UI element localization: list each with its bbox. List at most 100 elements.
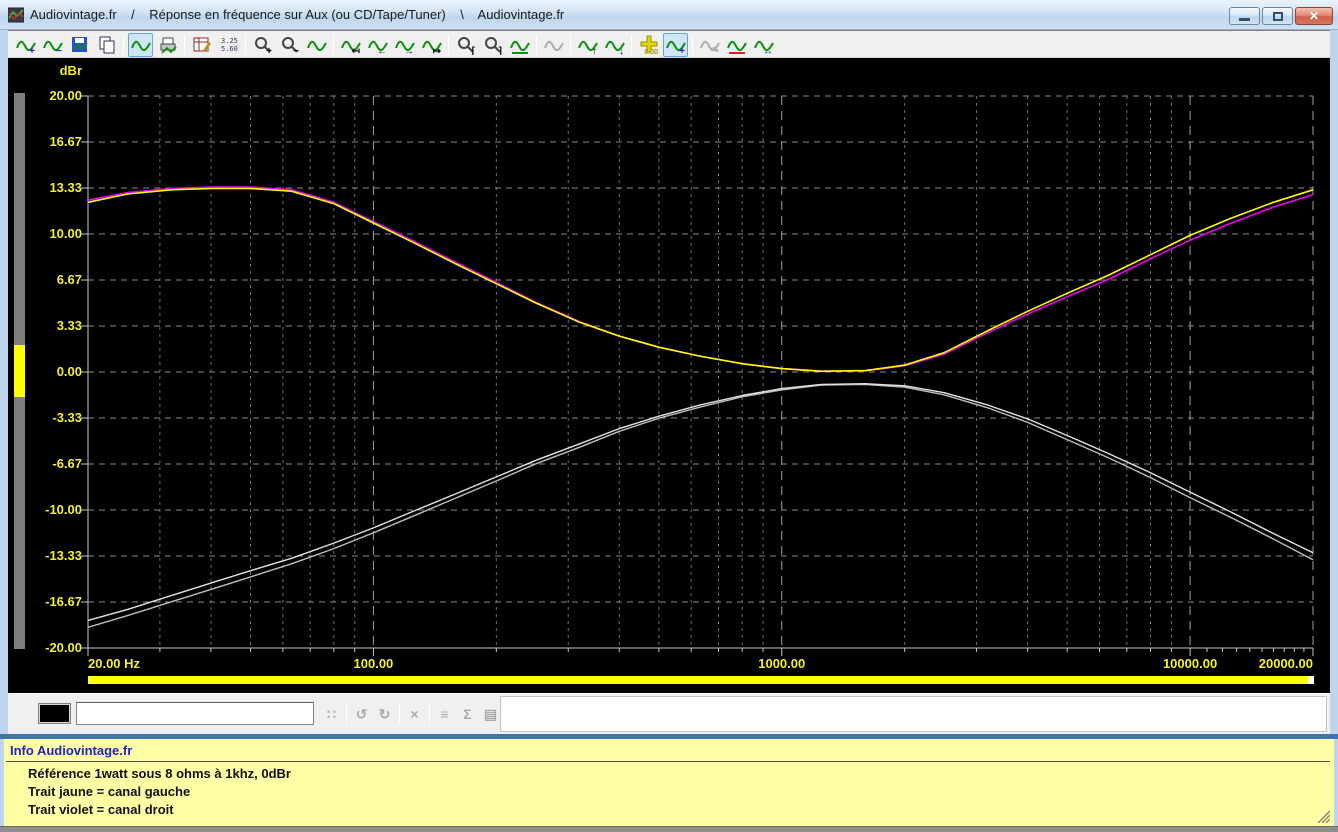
minimize-button[interactable] [1229, 7, 1260, 25]
annotation-input[interactable] [76, 702, 314, 725]
horizontal-scrollbar-cap[interactable] [1308, 676, 1314, 684]
info-line-3: Trait violet = canal droit [28, 802, 174, 817]
close-button[interactable]: ✕ [1295, 7, 1333, 25]
svg-text:3.25: 3.25 [221, 37, 238, 45]
y-tick-label: -10.00 [8, 502, 82, 517]
maximize-button[interactable] [1262, 7, 1293, 25]
scroll-left-icon: ← [368, 35, 388, 55]
window-title: Audiovintage.fr / Réponse en fréquence s… [30, 7, 564, 22]
curve-cut-trace-b [88, 384, 1313, 627]
marker-list-button[interactable]: ≡ [433, 703, 456, 725]
trace-color-swatch[interactable] [38, 703, 71, 724]
restore-full-curve-button[interactable] [304, 33, 329, 57]
shift-frequency-icon: ↔ [754, 35, 774, 55]
add-curve-icon: + [16, 35, 36, 55]
zoom-x-in-icon: + [253, 35, 273, 55]
toolbar-separator [245, 35, 246, 55]
copy-curve-icon [97, 35, 117, 55]
zoom-y-out-button[interactable]: ] [480, 33, 505, 57]
toolbar-separator [346, 704, 347, 724]
toolbar-separator [448, 35, 449, 55]
y-tick-label: -3.33 [8, 410, 82, 425]
cursor-readout-button[interactable]: + [663, 33, 688, 57]
scroll-left-end-button[interactable]: ↤ [338, 33, 363, 57]
limit-lines-button[interactable] [724, 33, 749, 57]
app-window: Audiovintage.fr / Réponse en fréquence s… [0, 0, 1338, 832]
toolbar-separator [536, 35, 537, 55]
scroll-left-button[interactable]: ← [365, 33, 390, 57]
info-panel-title: Info Audiovintage.fr [10, 743, 132, 758]
app-icon [8, 7, 24, 23]
toolbar-separator [631, 35, 632, 55]
zoom-y-out-icon: ] [483, 35, 503, 55]
svg-text:0.00: 0.00 [644, 49, 658, 55]
numeric-list-icon: 3.255.60 [219, 35, 239, 55]
svg-text:→: → [404, 46, 414, 55]
sum-markers-button[interactable]: Σ [456, 703, 479, 725]
close-icon: ✕ [1309, 9, 1319, 23]
y-tick-label: 13.33 [8, 180, 82, 195]
curve-left-boost [88, 189, 1313, 372]
undo-marker-button[interactable]: ↺ [350, 703, 373, 725]
save-curve-button[interactable] [67, 33, 92, 57]
info-line-2: Trait jaune = canal gauche [28, 784, 190, 799]
toolbar-separator [123, 35, 124, 55]
stretch-y-up-button[interactable]: ↑ [575, 33, 600, 57]
zoom-x-out-button[interactable]: − [277, 33, 302, 57]
zoom-y-in-icon: [ [456, 35, 476, 55]
svg-text:↷: ↷ [710, 46, 719, 55]
main-toolbar-row: +−3.255.60+−↤←→↦[]↑↓0.00+↷↔ [8, 30, 1330, 58]
copy-curve-button[interactable] [94, 33, 119, 57]
restore-full-curve-icon [307, 35, 327, 55]
marker-chart-button[interactable]: ▤ [479, 703, 502, 725]
horizontal-scrollbar-thumb[interactable] [88, 676, 1308, 684]
titlebar[interactable]: Audiovintage.fr / Réponse en fréquence s… [0, 0, 1338, 30]
y-tick-label: -20.00 [8, 640, 82, 655]
graph-display-button[interactable] [128, 33, 153, 57]
numeric-list-button[interactable]: 3.255.60 [216, 33, 241, 57]
info-panel: Info Audiovintage.fr Référence 1watt sou… [4, 739, 1334, 826]
autoscale-y-button[interactable] [507, 33, 532, 57]
svg-text:←: ← [377, 46, 387, 55]
toolbar-separator [333, 35, 334, 55]
resize-grip[interactable] [1312, 805, 1330, 823]
curve-right-boost [88, 187, 1313, 371]
svg-text:↔: ↔ [763, 46, 773, 55]
y-tick-label: -13.33 [8, 548, 82, 563]
scroll-right-end-button[interactable]: ↦ [419, 33, 444, 57]
maximize-icon [1273, 12, 1283, 21]
delete-markers-button[interactable]: × [403, 703, 426, 725]
zoom-x-out-icon: − [280, 35, 300, 55]
save-curve-icon [70, 35, 90, 55]
shift-frequency-button[interactable]: ↔ [751, 33, 776, 57]
svg-text:+: + [29, 46, 35, 55]
toolbar-separator [184, 35, 185, 55]
transform-curve-icon [544, 35, 564, 55]
toolbar-separator [429, 704, 430, 724]
info-line-1: Référence 1watt sous 8 ohms à 1khz, 0dBr [28, 766, 291, 781]
y-tick-label: 3.33 [8, 318, 82, 333]
undo-zoom-button[interactable]: ↷ [697, 33, 722, 57]
x-tick-label: 1000.00 [722, 656, 842, 671]
frequency-response-plot[interactable] [8, 58, 1330, 693]
add-curve-button[interactable]: + [13, 33, 38, 57]
main-toolbar: +−3.255.60+−↤←→↦[]↑↓0.00+↷↔ [12, 32, 777, 58]
svg-text:+: + [679, 46, 685, 55]
autoscale-y-icon [510, 35, 530, 55]
zoom-y-in-button[interactable]: [ [453, 33, 478, 57]
stretch-y-up-icon: ↑ [578, 35, 598, 55]
scroll-right-button[interactable]: → [392, 33, 417, 57]
edit-values-button[interactable] [189, 33, 214, 57]
info-panel-divider [6, 761, 1330, 762]
chart-region: dBr 20.0016.6713.3310.006.673.330.00-3.3… [8, 58, 1330, 693]
add-marker-button[interactable]: ∷ [320, 703, 343, 725]
scroll-right-icon: → [395, 35, 415, 55]
zero-reference-button[interactable]: 0.00 [636, 33, 661, 57]
transform-curve-button[interactable] [541, 33, 566, 57]
print-graph-button[interactable] [155, 33, 180, 57]
subtract-curve-button[interactable]: − [40, 33, 65, 57]
zoom-x-in-button[interactable]: + [250, 33, 275, 57]
stretch-y-down-button[interactable]: ↓ [602, 33, 627, 57]
redo-marker-button[interactable]: ↻ [373, 703, 396, 725]
y-tick-label: 10.00 [8, 226, 82, 241]
